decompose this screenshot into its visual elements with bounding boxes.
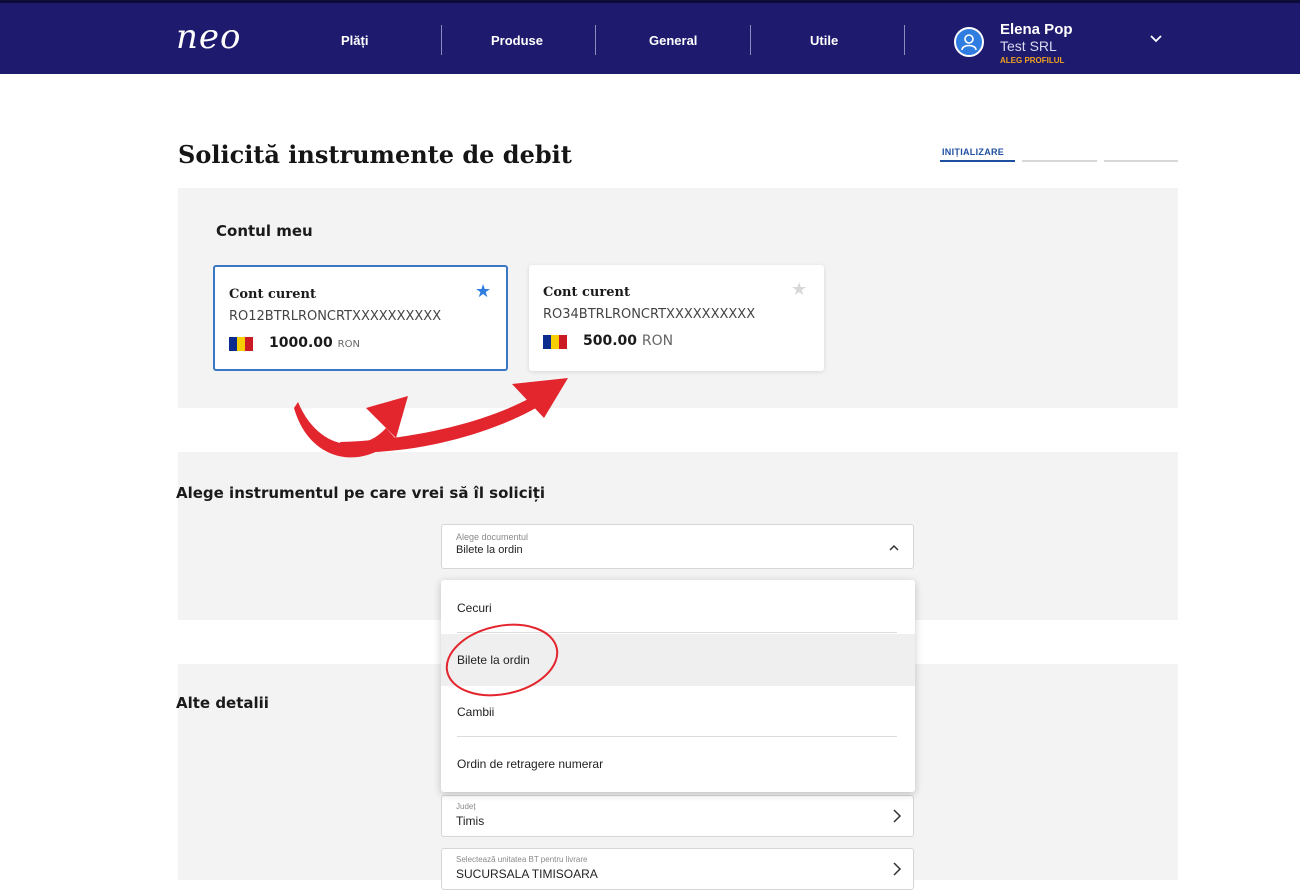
favorite-star-icon[interactable]: ★ bbox=[791, 279, 807, 300]
field-value: SUCURSALA TIMISOARA bbox=[456, 867, 598, 881]
dropdown-option-ordin-retragere[interactable]: Ordin de retragere numerar bbox=[441, 738, 915, 790]
chevron-right-icon[interactable] bbox=[891, 808, 903, 824]
option-label: Bilete la ordin bbox=[457, 653, 530, 667]
account-iban: RO12BTRLRONCRTXXXXXXXXXX bbox=[229, 309, 442, 324]
balance-amount: 500.00 bbox=[583, 333, 638, 349]
dropdown-option-cecuri[interactable]: Cecuri bbox=[441, 582, 915, 634]
chevron-right-icon[interactable] bbox=[891, 861, 903, 877]
select-value: Bilete la ordin bbox=[456, 544, 523, 556]
nav-item-plati[interactable]: Plăți bbox=[341, 33, 368, 48]
step-indicator bbox=[1022, 160, 1097, 162]
top-navigation-bar: neo Plăți Produse General Utile Elena Po… bbox=[0, 0, 1300, 74]
choose-profile-link[interactable]: ALEG PROFILUL bbox=[1000, 56, 1064, 65]
neo-logo[interactable]: neo bbox=[176, 17, 242, 57]
option-label: Ordin de retragere numerar bbox=[457, 757, 604, 771]
step-indicator bbox=[1104, 160, 1178, 162]
romania-flag-icon bbox=[543, 335, 567, 349]
dropdown-option-cambii[interactable]: Cambii bbox=[441, 686, 915, 738]
nav-divider bbox=[750, 25, 751, 55]
account-type: Cont curent bbox=[229, 287, 316, 302]
nav-divider bbox=[904, 25, 905, 55]
account-card[interactable]: Cont curent ★ RO34BTRLRONCRTXXXXXXXXXX 5… bbox=[529, 265, 824, 371]
branch-field[interactable]: Selectează unitatea BT pentru livrare SU… bbox=[441, 848, 914, 890]
account-card-selected[interactable]: Cont curent ★ RO12BTRLRONCRTXXXXXXXXXX 1… bbox=[213, 265, 508, 371]
balance-amount: 1000.00 bbox=[269, 335, 333, 351]
chevron-up-icon[interactable] bbox=[887, 543, 901, 553]
page-title: Solicită instrumente de debit bbox=[178, 140, 572, 169]
nav-divider bbox=[441, 25, 442, 55]
account-balance: 1000.00 RON bbox=[269, 335, 360, 351]
account-balance: 500.00 RON bbox=[583, 333, 673, 349]
county-field[interactable]: Județ Timis bbox=[441, 795, 914, 837]
option-label: Cecuri bbox=[457, 601, 492, 615]
document-select[interactable]: Alege documentul Bilete la ordin bbox=[441, 524, 914, 569]
dropdown-divider bbox=[457, 632, 897, 633]
account-iban: RO34BTRLRONCRTXXXXXXXXXX bbox=[543, 307, 756, 322]
favorite-star-icon[interactable]: ★ bbox=[475, 281, 491, 302]
select-label: Alege documentul bbox=[456, 532, 529, 542]
dropdown-divider bbox=[457, 736, 897, 737]
romania-flag-icon bbox=[229, 337, 253, 351]
user-company: Test SRL bbox=[1000, 38, 1057, 54]
option-label: Cambii bbox=[457, 705, 495, 719]
chevron-down-icon[interactable] bbox=[1148, 31, 1164, 47]
section-title-instrument: Alege instrumentul pe care vrei să îl so… bbox=[176, 484, 546, 502]
account-type: Cont curent bbox=[543, 285, 630, 300]
step-initializare: INIȚIALIZARE bbox=[942, 147, 1005, 157]
user-name[interactable]: Elena Pop bbox=[1000, 21, 1073, 38]
field-value: Timis bbox=[456, 814, 485, 828]
nav-divider bbox=[595, 25, 596, 55]
balance-currency: RON bbox=[641, 333, 674, 349]
user-avatar-icon[interactable] bbox=[954, 27, 984, 57]
dropdown-option-bilete-la-ordin[interactable]: Bilete la ordin bbox=[441, 634, 915, 686]
field-label: Selectează unitatea BT pentru livrare bbox=[456, 855, 588, 864]
section-title-accounts: Contul meu bbox=[216, 222, 313, 240]
nav-item-utile[interactable]: Utile bbox=[810, 33, 838, 48]
document-dropdown-menu: Cecuri Bilete la ordin Cambii Ordin de r… bbox=[441, 580, 915, 792]
field-label: Județ bbox=[456, 802, 476, 811]
step-indicator-active bbox=[940, 160, 1015, 162]
balance-currency: RON bbox=[337, 339, 360, 350]
accounts-section: Contul meu Cont curent ★ RO12BTRLRONCRTX… bbox=[178, 188, 1178, 408]
nav-item-general[interactable]: General bbox=[649, 33, 697, 48]
nav-item-produse[interactable]: Produse bbox=[491, 33, 543, 48]
section-title-details: Alte detalii bbox=[176, 694, 269, 712]
